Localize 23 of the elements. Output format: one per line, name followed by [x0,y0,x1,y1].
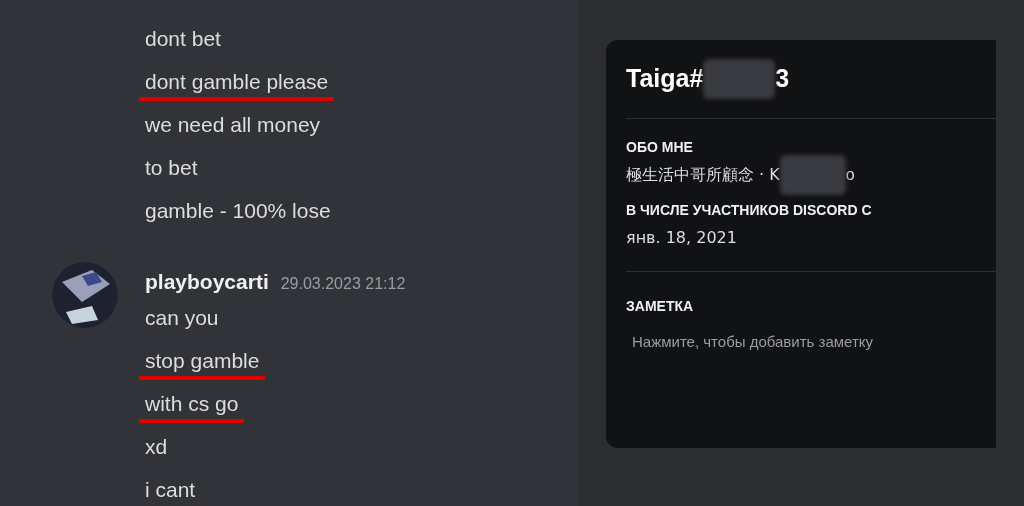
message-text: can you [145,304,219,331]
avatar[interactable] [52,262,118,328]
section-heading: ОБО МНЕ [626,138,694,157]
message-text: dont bet [145,25,221,52]
redaction-blur [779,155,846,195]
message-text: gamble - 100% lose [145,197,331,224]
note-field[interactable]: Нажмите, чтобы добавить заметку [632,331,972,354]
message-text: stop gamble [139,347,266,380]
username-suffix: 3 [775,63,790,95]
section-text: 極生活中哥所顧念 · K [626,164,780,186]
section-text: янв. 18, 2021 [626,227,737,249]
message-text: with cs go [139,390,245,423]
username: Taiga# [626,63,704,95]
message-text: we need all money [145,111,321,138]
message-text: dont gamble please [139,68,335,101]
message-text: i cant [145,476,196,503]
message-text: to bet [145,154,198,181]
timestamp: 29.03.2023 21:12 [280,274,406,294]
section-text: o [845,165,855,185]
section-heading: В ЧИСЛЕ УЧАСТНИКОВ DISCORD С [626,201,873,220]
author-name[interactable]: playboycarti [145,266,269,298]
section-heading: ЗАМЕТКА [626,297,695,316]
message-text: xd [145,433,168,460]
